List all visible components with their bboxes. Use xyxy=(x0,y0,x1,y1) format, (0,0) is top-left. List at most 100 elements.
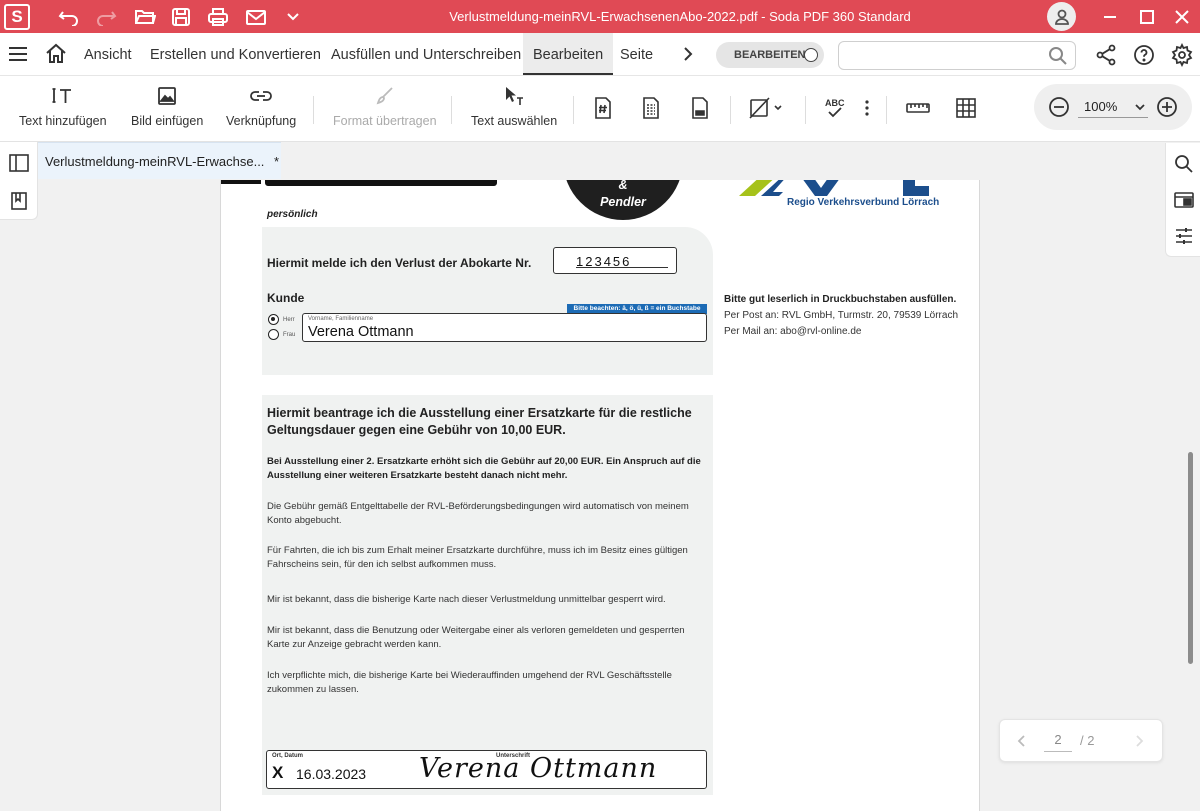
app-logo[interactable]: S xyxy=(4,4,30,30)
brush-icon xyxy=(375,84,395,108)
title-bar: S Verlustmeldung-meinRVL-ErwachsenenAbo-… xyxy=(0,0,1200,33)
more-options-icon[interactable] xyxy=(861,96,873,120)
zoom-in-icon[interactable] xyxy=(1155,95,1179,124)
name-field-value: Verena Ottmann xyxy=(308,324,414,340)
menu-edit[interactable]: Bearbeiten xyxy=(523,33,614,75)
format-painter-tool[interactable]: Format übertragen xyxy=(333,84,437,128)
mail-address: Per Mail an: abo@rvl-online.de xyxy=(724,326,862,337)
save-icon[interactable] xyxy=(165,0,197,33)
adjust-sliders-icon[interactable] xyxy=(1174,226,1194,251)
toolbar-divider xyxy=(313,96,314,124)
undo-icon[interactable] xyxy=(53,0,85,33)
background-icon[interactable] xyxy=(688,96,712,120)
toolbar-divider xyxy=(451,96,452,124)
page-number-icon[interactable] xyxy=(591,96,615,120)
settings-gear-icon[interactable] xyxy=(1170,42,1194,68)
search-input[interactable] xyxy=(838,41,1076,70)
edit-mode-label: BEARBEITEN xyxy=(734,49,806,61)
chevron-right-icon[interactable] xyxy=(678,44,698,69)
home-icon[interactable] xyxy=(44,42,68,66)
radio-frau-label: Frau xyxy=(283,332,296,338)
user-avatar-icon[interactable] xyxy=(1047,2,1076,31)
grid-icon[interactable] xyxy=(954,96,978,120)
link-label: Verknüpfung xyxy=(226,114,297,128)
name-field[interactable]: Vorname, Familienname Verena Ottmann xyxy=(302,313,707,342)
loss-statement: Hiermit melde ich den Verlust der Abokar… xyxy=(267,256,532,270)
svg-text:ABC: ABC xyxy=(825,98,845,108)
print-icon[interactable] xyxy=(202,0,234,33)
next-page-icon[interactable] xyxy=(1133,734,1145,751)
zoom-control: 100% xyxy=(1034,84,1192,130)
open-folder-icon[interactable] xyxy=(129,0,161,33)
toolbar-divider xyxy=(886,96,887,124)
pdf-page: & Pendler Regio Verkehrsverbund Lörrach … xyxy=(220,180,980,811)
watermark-dropdown-icon[interactable] xyxy=(748,96,786,120)
ruler-icon[interactable] xyxy=(905,96,931,120)
request-heading: Hiermit beantrage ich die Ausstellung ei… xyxy=(267,406,692,437)
total-pages: / 2 xyxy=(1080,733,1095,748)
radio-herr[interactable] xyxy=(268,314,279,325)
search-icon[interactable] xyxy=(1174,154,1194,179)
abo-number-underline xyxy=(576,267,668,268)
insert-image-tool[interactable]: Bild einfügen xyxy=(131,84,203,128)
terms-paragraph: Mir ist bekannt, dass die Benutzung oder… xyxy=(267,625,685,650)
select-text-tool[interactable]: Text auswählen xyxy=(471,84,557,128)
handwritten-signature: Verena Ottmann xyxy=(419,753,658,784)
search-icon[interactable] xyxy=(1048,46,1068,71)
terms-paragraph: Mir ist bekannt, dass die bisherige Kart… xyxy=(267,594,666,605)
document-tab-label: Verlustmeldung-meinRVL-Erwachse... xyxy=(45,154,265,169)
text-cursor-icon xyxy=(52,84,74,108)
signature-field[interactable]: Ort, Datum Unterschrift X 16.03.2023 Ver… xyxy=(266,750,707,789)
document-tab[interactable]: Verlustmeldung-meinRVL-Erwachse... * xyxy=(38,142,281,179)
radio-frau[interactable] xyxy=(268,329,279,340)
maximize-button[interactable] xyxy=(1129,0,1165,33)
help-icon[interactable] xyxy=(1132,43,1156,67)
second-replacement-notice: Bei Ausstellung einer 2. Ersatzkarte erh… xyxy=(267,456,701,481)
minimize-button[interactable] xyxy=(1092,0,1128,33)
zoom-out-icon[interactable] xyxy=(1047,95,1071,124)
rvl-subtitle: Regio Verkehrsverbund Lörrach xyxy=(787,197,940,208)
vertical-scrollbar[interactable] xyxy=(1188,452,1193,664)
customer-heading: Kunde xyxy=(267,291,305,305)
zoom-level-select[interactable]: 100% xyxy=(1078,96,1148,118)
badge-pendler: Pendler xyxy=(600,195,646,209)
sign-marker: X xyxy=(272,763,284,782)
mail-icon[interactable] xyxy=(240,0,272,33)
pendler-badge: & Pendler xyxy=(563,180,683,220)
modified-indicator: * xyxy=(274,154,280,169)
window-title: Verlustmeldung-meinRVL-ErwachsenenAbo-20… xyxy=(449,9,911,24)
badge-ampersand: & xyxy=(618,180,628,192)
abo-number-field[interactable]: 123456 xyxy=(553,247,677,274)
radio-herr-label: Herr xyxy=(283,317,295,323)
redo-icon[interactable] xyxy=(90,0,122,33)
spellcheck-icon[interactable]: ABC xyxy=(823,96,847,120)
menu-view[interactable]: Ansicht xyxy=(84,33,132,75)
terms-paragraph: Die Gebühr gemäß Entgelttabelle der RVL-… xyxy=(267,501,689,526)
menu-create-convert[interactable]: Erstellen und Konvertieren xyxy=(150,33,321,75)
panel-view-icon[interactable] xyxy=(1174,191,1194,214)
menu-page[interactable]: Seite xyxy=(620,33,653,75)
zoom-level-value: 100% xyxy=(1084,99,1118,114)
close-button[interactable] xyxy=(1164,0,1200,33)
previous-page-icon[interactable] xyxy=(1016,734,1028,751)
header-logo-partial xyxy=(221,180,263,186)
edit-mode-toggle[interactable]: BEARBEITEN xyxy=(716,42,824,68)
toolbar-divider xyxy=(573,96,574,124)
terms-paragraph: Ich verpflichte mich, die bisherige Kart… xyxy=(267,670,672,695)
bookmark-icon[interactable] xyxy=(11,192,27,215)
sidebar-toggle-icon[interactable] xyxy=(9,154,29,177)
add-text-label: Text hinzufügen xyxy=(19,114,107,128)
header-footer-icon[interactable] xyxy=(639,96,663,120)
page-navigator: 2 / 2 xyxy=(999,719,1163,762)
link-tool[interactable]: Verknüpfung xyxy=(226,84,296,128)
menu-fill-sign[interactable]: Ausfüllen und Unterschreiben xyxy=(331,33,521,75)
toolbar-divider xyxy=(730,96,731,124)
share-icon[interactable] xyxy=(1094,43,1118,67)
select-text-label: Text auswählen xyxy=(471,114,558,128)
edit-toolbar: Text hinzufügen Bild einfügen Verknüpfun… xyxy=(0,76,1200,142)
current-page-input[interactable]: 2 xyxy=(1044,732,1072,752)
hamburger-menu-icon[interactable] xyxy=(6,42,30,66)
header-black-bar xyxy=(265,180,497,186)
select-text-cursor-icon xyxy=(503,84,525,108)
add-text-tool[interactable]: Text hinzufügen xyxy=(19,84,107,128)
